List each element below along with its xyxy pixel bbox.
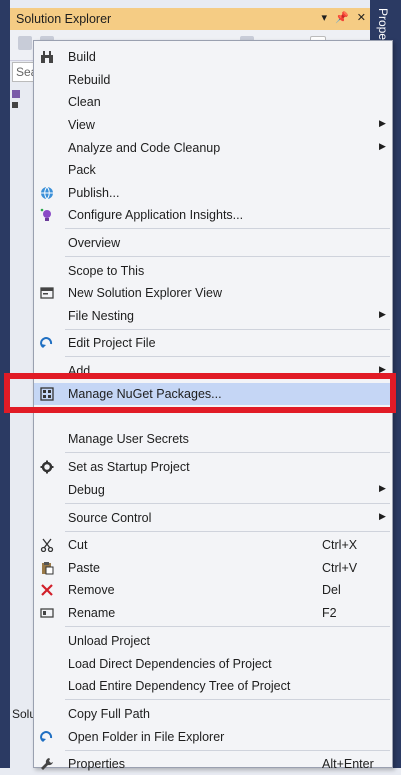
menu-item-remove[interactable]: Remove Del [34, 579, 392, 601]
menu-item-edit-project-file[interactable]: Edit Project File [34, 332, 392, 354]
menu-separator [65, 626, 390, 627]
menu-item-load-dep-tree[interactable]: Load Entire Dependency Tree of Project [34, 675, 392, 697]
menu-item-debug[interactable]: Debug ▶ [34, 479, 392, 501]
menu-item-publish[interactable]: Publish... [34, 182, 392, 204]
submenu-arrow-icon: ▶ [379, 511, 386, 521]
menu-item-view[interactable]: View ▶ [34, 114, 392, 136]
menu-item-rename[interactable]: Rename F2 [34, 602, 392, 624]
dropdown-icon[interactable]: ▾ [322, 11, 328, 24]
menu-item-analyze[interactable]: Analyze and Code Cleanup ▶ [34, 137, 392, 159]
menu-item-clean[interactable]: Clean [34, 91, 392, 113]
menu-separator [65, 228, 390, 229]
close-icon[interactable]: ✕ [357, 11, 366, 24]
remove-x-icon [39, 582, 55, 598]
menu-item-manage-user-secrets[interactable]: Manage User Secrets [34, 428, 392, 450]
submenu-arrow-icon: ▶ [379, 309, 386, 319]
solution-explorer-titlebar[interactable]: Solution Explorer ▾ 📌 ✕ [10, 8, 370, 30]
scissors-icon [39, 537, 55, 553]
menu-item-unload-project[interactable]: Unload Project [34, 630, 392, 652]
pin-icon[interactable]: 📌 [335, 11, 349, 24]
menu-item-source-control[interactable]: Source Control ▶ [34, 507, 392, 529]
menu-item-paste[interactable]: Paste Ctrl+V [34, 557, 392, 579]
new-view-icon [39, 285, 55, 301]
expand-icon[interactable] [12, 102, 18, 108]
rename-icon [39, 605, 55, 621]
menu-item-open-folder[interactable]: Open Folder in File Explorer [34, 726, 392, 748]
menu-separator [65, 750, 390, 751]
menu-item-file-nesting[interactable]: File Nesting ▶ [34, 305, 392, 327]
submenu-arrow-icon: ▶ [379, 141, 386, 151]
open-folder-icon [39, 729, 55, 745]
insights-icon [39, 207, 55, 223]
menu-separator [65, 699, 390, 700]
properties-tab-label: Prope [376, 8, 390, 41]
highlight-callout-box [4, 373, 396, 413]
menu-item-app-insights[interactable]: Configure Application Insights... [34, 204, 392, 226]
menu-item-copy-full-path[interactable]: Copy Full Path [34, 703, 392, 725]
globe-icon [39, 185, 55, 201]
back-icon[interactable] [18, 36, 32, 50]
menu-item-scope-to-this[interactable]: Scope to This [34, 260, 392, 282]
menu-separator [65, 452, 390, 453]
menu-item-overview[interactable]: Overview [34, 232, 392, 254]
menu-item-load-direct-deps[interactable]: Load Direct Dependencies of Project [34, 653, 392, 675]
menu-separator [65, 256, 390, 257]
project-icon [12, 90, 20, 98]
menu-separator [65, 329, 390, 330]
menu-item-build[interactable]: Build [34, 46, 392, 68]
edit-arrow-icon [39, 335, 55, 351]
menu-separator [65, 531, 390, 532]
build-icon [39, 49, 55, 65]
submenu-arrow-icon: ▶ [379, 118, 386, 128]
submenu-arrow-icon: ▶ [379, 483, 386, 493]
menu-item-cut[interactable]: Cut Ctrl+X [34, 534, 392, 556]
panel-title: Solution Explorer [16, 12, 112, 26]
wrench-icon [39, 756, 55, 772]
menu-item-pack[interactable]: Pack [34, 159, 392, 181]
menu-item-set-startup[interactable]: Set as Startup Project [34, 456, 392, 478]
menu-item-new-se-view[interactable]: New Solution Explorer View [34, 282, 392, 304]
tree-icons [12, 86, 32, 126]
menu-separator [65, 503, 390, 504]
menu-separator [65, 356, 390, 357]
gear-icon [39, 459, 55, 475]
menu-item-properties[interactable]: Properties Alt+Enter [34, 753, 392, 775]
menu-item-rebuild[interactable]: Rebuild [34, 69, 392, 91]
paste-icon [39, 560, 55, 576]
